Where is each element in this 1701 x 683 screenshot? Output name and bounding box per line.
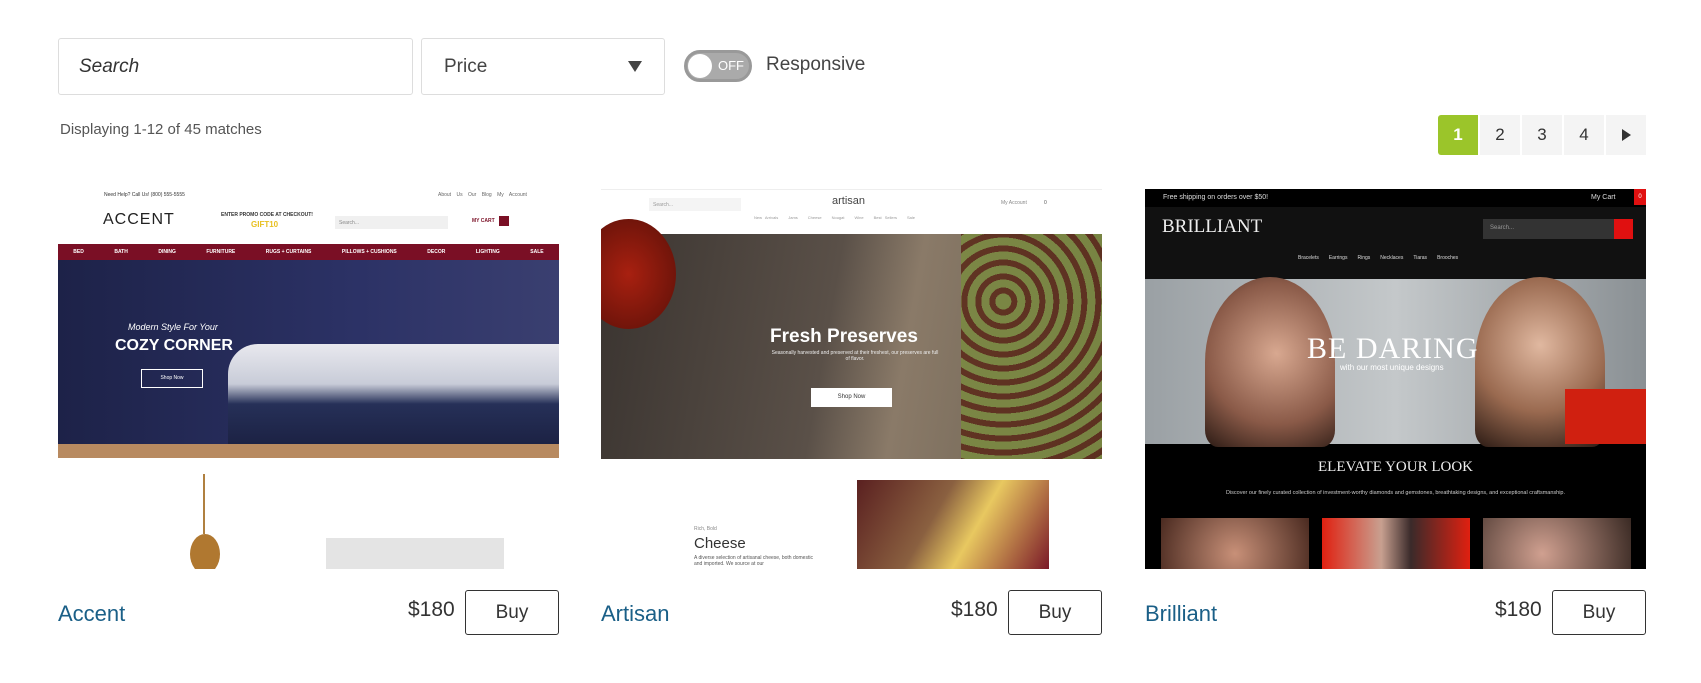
thumb-logo: BRILLIANT [1162, 216, 1263, 237]
thumb-text: Discover our finely curated collection o… [1225, 490, 1566, 496]
floor [58, 444, 559, 458]
thumb-text: My Account [1001, 200, 1027, 206]
buy-button[interactable]: Buy [465, 590, 559, 635]
thumb-text: with our most unique designs [1340, 363, 1444, 372]
model-image [1322, 518, 1470, 569]
thumb-text: GIFT10 [251, 220, 279, 229]
page-3[interactable]: 3 [1522, 115, 1562, 155]
buy-button[interactable]: Buy [1008, 590, 1102, 635]
toggle-knob [688, 54, 712, 78]
thumb-text: MY CART [472, 218, 495, 224]
thumb-text: Rich, Bold [694, 526, 717, 532]
bed-image [228, 344, 559, 444]
caret-down-icon [628, 61, 642, 72]
product-thumbnail[interactable]: Search... artisan My Account 0 New Arriv… [601, 189, 1102, 569]
product-card-brilliant: Free shipping on orders over $50! My Car… [1145, 189, 1646, 635]
cart-count: 0 [1044, 200, 1047, 206]
responsive-label: Responsive [766, 54, 866, 75]
thumb-text: Cheese [694, 535, 746, 552]
thumb-cta: Shop Now [811, 388, 892, 407]
thumb-text: Free shipping on orders over $50! [1163, 194, 1269, 201]
product-thumbnail[interactable]: Free shipping on orders over $50! My Car… [1145, 189, 1646, 569]
product-name-link[interactable]: Brilliant [1145, 601, 1217, 627]
page-2[interactable]: 2 [1480, 115, 1520, 155]
cart-icon [499, 216, 509, 226]
product-card-artisan: Search... artisan My Account 0 New Arriv… [601, 189, 1102, 635]
nougat-image [961, 234, 1102, 459]
cart-count: 0 [1634, 189, 1646, 205]
results-summary: Displaying 1-12 of 45 matches [60, 121, 262, 138]
product-price: $180 [408, 598, 455, 621]
thumb-cta: Shop Now [141, 369, 203, 388]
thumb-text: Seasonally harvested and preserved at th… [771, 350, 939, 362]
thumb-search: Search... [649, 198, 741, 211]
product-price: $180 [1495, 598, 1542, 621]
toggle-state: OFF [718, 58, 744, 73]
price-select[interactable]: Price [421, 38, 665, 95]
buy-button[interactable]: Buy [1552, 590, 1646, 635]
price-select-label: Price [444, 55, 488, 77]
thumb-text: My Cart [1591, 194, 1616, 201]
next-page-button[interactable] [1606, 115, 1646, 155]
lamp-image [190, 534, 220, 569]
thumb-logo: ACCENT [103, 211, 175, 228]
thumb-logo: artisan [832, 195, 866, 207]
product-thumbnail[interactable]: Need Help? Call Us! (800) 555-5555 About… [58, 189, 559, 569]
thumb-headline: BE DARING [1307, 332, 1479, 365]
thumb-headline: COZY CORNER [115, 337, 233, 354]
search-input[interactable] [58, 38, 413, 95]
lamp-image [203, 474, 205, 534]
model-image [1483, 518, 1631, 569]
thumb-search: Search... [1483, 219, 1614, 239]
product-price: $180 [951, 598, 998, 621]
cheese-image [857, 480, 1049, 569]
thumb-links: About Us Our Blog My Account [438, 192, 527, 198]
page-4[interactable]: 4 [1564, 115, 1604, 155]
page-1[interactable]: 1 [1438, 115, 1478, 155]
thumb-nav: New Arrivals Jams Cheese Nougat Wine Best Sel… [754, 215, 915, 220]
thumb-search: Search... [335, 216, 448, 229]
play-right-icon [1621, 129, 1631, 141]
thumb-nav: BED BATH DINING FURNITURE RUGS + CURTAINS PIL… [58, 244, 559, 260]
product-name-link[interactable]: Accent [58, 601, 125, 627]
responsive-toggle[interactable]: OFF [684, 50, 752, 82]
thumb-text: ELEVATE YOUR LOOK [1318, 459, 1473, 475]
search-icon [1614, 219, 1633, 239]
red-dress [1565, 389, 1646, 444]
thumb-text: Modern Style For Your [128, 322, 218, 332]
product-card-accent: Need Help? Call Us! (800) 555-5555 About… [58, 189, 559, 635]
thumb-headline: Fresh Preserves [770, 326, 918, 347]
product-name-link[interactable]: Artisan [601, 601, 669, 627]
pagination: 1 2 3 4 [1438, 115, 1646, 155]
thumb-text: Need Help? Call Us! (800) 555-5555 [104, 192, 185, 198]
model-image [1161, 518, 1309, 569]
thumb-text: ENTER PROMO CODE AT CHECKOUT! [221, 212, 313, 218]
thumb-text: A diverse selection of artisanal cheese,… [694, 555, 813, 567]
chair-image [326, 538, 504, 569]
thumb-nav: Bracelets Earrings Rings Necklaces Tiaras Bro… [1298, 255, 1459, 261]
